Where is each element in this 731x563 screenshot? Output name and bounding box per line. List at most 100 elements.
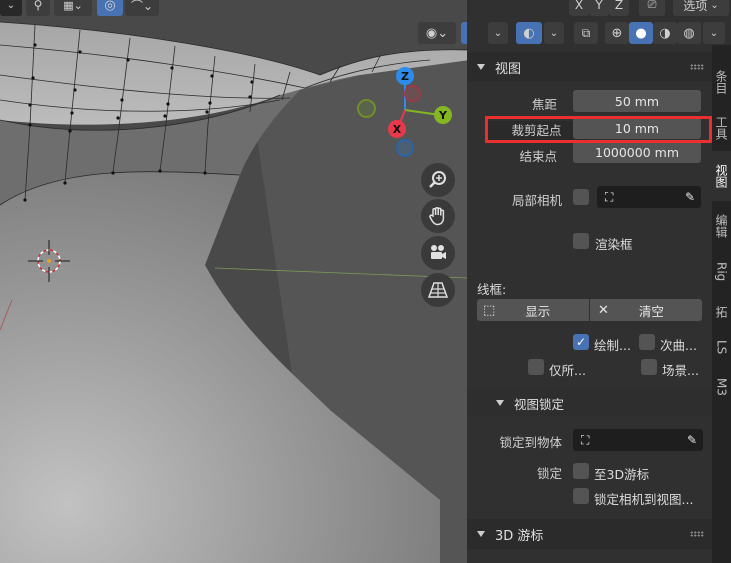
tab-topo[interactable]: 拓 [712,295,731,329]
wireframe-sphere-icon: ⊕ [611,25,623,41]
3d-cursor-section-header[interactable]: 3D 游标 [467,519,712,549]
only-selected-checkbox[interactable] [528,359,544,375]
gizmo-x-label: X [392,122,402,136]
render-region-checkbox[interactable] [573,233,589,249]
local-camera-checkbox[interactable] [573,189,589,205]
tab-item[interactable]: 条目 [712,59,731,105]
gizmo-neg-z[interactable] [404,85,421,102]
lock-to-object-label: 锁定到物体 [499,435,562,450]
xray-icon: ⧉ [581,25,591,40]
overlay-dropdown[interactable]: ⌄ [544,22,564,44]
ortho-toggle-button[interactable] [421,273,455,307]
view-section-title: 视图 [495,61,522,77]
mirror-options-button[interactable]: ⎚ [639,0,665,16]
shading-dropdown[interactable]: ⌄ [703,22,725,44]
3d-viewport[interactable]: Z Y X ⌄ ⚲ ▦⌄ ◎ ⌒⌄ ◉⌄ ⤢ [0,0,467,563]
camera-view-button[interactable] [421,236,455,270]
gizmo-y-label: Y [439,108,447,122]
gizmo-neg-y[interactable] [357,99,376,118]
link-icon: ⚲ [33,0,43,12]
gizmo-z-axis[interactable]: Z [396,67,414,85]
gizmo-y-axis[interactable]: Y [434,106,452,124]
axis-x-toggle[interactable]: X [569,0,589,16]
clear-button[interactable]: ✕ 清空 [590,299,702,321]
clip-start-field[interactable]: 10 mm [573,117,701,139]
gizmo-neg-x[interactable] [396,139,414,157]
sidebar-panel: 视图 焦距 50 mm 裁剪起点 10 mm 结束点 1000000 mm 局部… [467,45,712,563]
overlay-toggle-button[interactable]: ◐ [516,22,542,44]
lock-to-object-picker[interactable]: ⛶ ✎ [573,429,703,451]
xray-toggle-button[interactable]: ⧉ [574,22,598,44]
gizmo-x-axis[interactable]: X [388,120,406,138]
tab-edit-label: 编辑 [714,214,728,238]
local-camera-picker[interactable]: ⛶ ✎ [597,186,701,208]
view-section-header[interactable]: 视图 [467,52,712,82]
chevron-down-icon: ⌄ [710,0,719,11]
only-selected-label: 仅所... [549,363,586,378]
lock-3d-cursor-label: 至3D游标 [594,467,650,482]
sidebar-tab-strip: 条目 工具 视图 编辑 Rig 拓 LS M3 [712,45,731,563]
drag-grip-icon[interactable] [690,64,704,70]
options-dropdown[interactable]: 选项 ⌄ [673,0,729,16]
tab-item-label: 条目 [714,70,728,94]
falloff-curve-icon: ⌒⌄ [130,0,154,13]
shading-solid-button[interactable]: ● [629,22,653,44]
tab-rig[interactable]: Rig [712,249,731,295]
viewport-scene [0,0,467,563]
axis-z-toggle[interactable]: Z [609,0,629,16]
show-label: 显示 [525,303,551,319]
falloff-dropdown[interactable]: ⌒⌄ [125,0,159,16]
chevron-down-icon: ⌄ [549,27,559,39]
zoom-button[interactable] [421,163,455,197]
gizmo-z-label: Z [401,69,409,83]
view-lock-header[interactable]: 视图锁定 [467,389,712,417]
scene-checkbox[interactable] [641,359,657,375]
shading-material-button[interactable]: ◑ [653,22,677,44]
tab-m3[interactable]: M3 [712,367,731,407]
top-header-bar: ⌄ ◐ ⌄ ⧉ ⊕ ● ◑ ◍ ⌄ X Y Z ⎚ 选项 ⌄ [467,0,731,45]
tab-topo-label: 拓 [714,306,728,318]
tab-tool[interactable]: 工具 [712,105,731,151]
focal-length-field[interactable]: 50 mm [573,90,701,112]
proportional-icon: ◎ [104,0,116,13]
lock-camera-to-view-label: 锁定相机到视图... [594,492,694,507]
checkmark-icon: ✓ [575,335,587,349]
clip-end-field[interactable]: 1000000 mm [573,141,701,163]
overlay-icon: ◐ [523,25,535,41]
axis-y-toggle[interactable]: Y [589,0,609,16]
gizmo-dropdown[interactable]: ⌄ [488,22,508,44]
tab-view[interactable]: 视图 [712,151,731,201]
header-dropdown-left[interactable]: ⌄ [0,0,22,16]
eyedropper-icon[interactable]: ✎ [685,190,695,204]
chevron-down-icon: ⌄ [493,27,503,39]
draw-checkbox[interactable]: ✓ [573,334,589,350]
tab-ls[interactable]: LS [712,329,731,365]
scene-label: 场景... [662,363,699,378]
shading-wireframe-button[interactable]: ⊕ [605,22,629,44]
eye-icon: ◉⌄ [425,25,449,41]
transform-pivot-button[interactable]: ⚲ [26,0,50,16]
object-icon: ⛶ [581,432,590,447]
camera-object-icon: ⛶ [605,189,614,204]
wireframe-label: 线框: [477,282,507,297]
local-camera-label: 局部相机 [511,193,562,208]
proportional-edit-button[interactable]: ◎ [97,0,123,16]
axis-x-label: X [574,0,584,12]
eyedropper-icon[interactable]: ✎ [687,433,697,447]
solid-sphere-icon: ● [635,25,647,41]
pan-button[interactable] [421,199,455,233]
lock-camera-to-view-checkbox[interactable] [573,488,589,504]
zoom-icon [429,171,446,188]
lock-3d-cursor-checkbox[interactable] [573,463,589,479]
shading-rendered-button[interactable]: ◍ [677,22,701,44]
draw-label: 绘制... [594,338,631,353]
3d-cursor-section-title: 3D 游标 [495,528,544,544]
show-button[interactable]: ⬚ 显示 [477,299,589,321]
visibility-dropdown[interactable]: ◉⌄ [418,22,456,44]
snap-toggle-button[interactable]: ▦⌄ [54,0,92,16]
sub-checkbox[interactable] [639,334,655,350]
camera-icon [431,245,446,259]
drag-grip-icon[interactable] [690,531,704,537]
mirror-icon: ⎚ [647,0,657,11]
tab-edit[interactable]: 编辑 [712,203,731,249]
